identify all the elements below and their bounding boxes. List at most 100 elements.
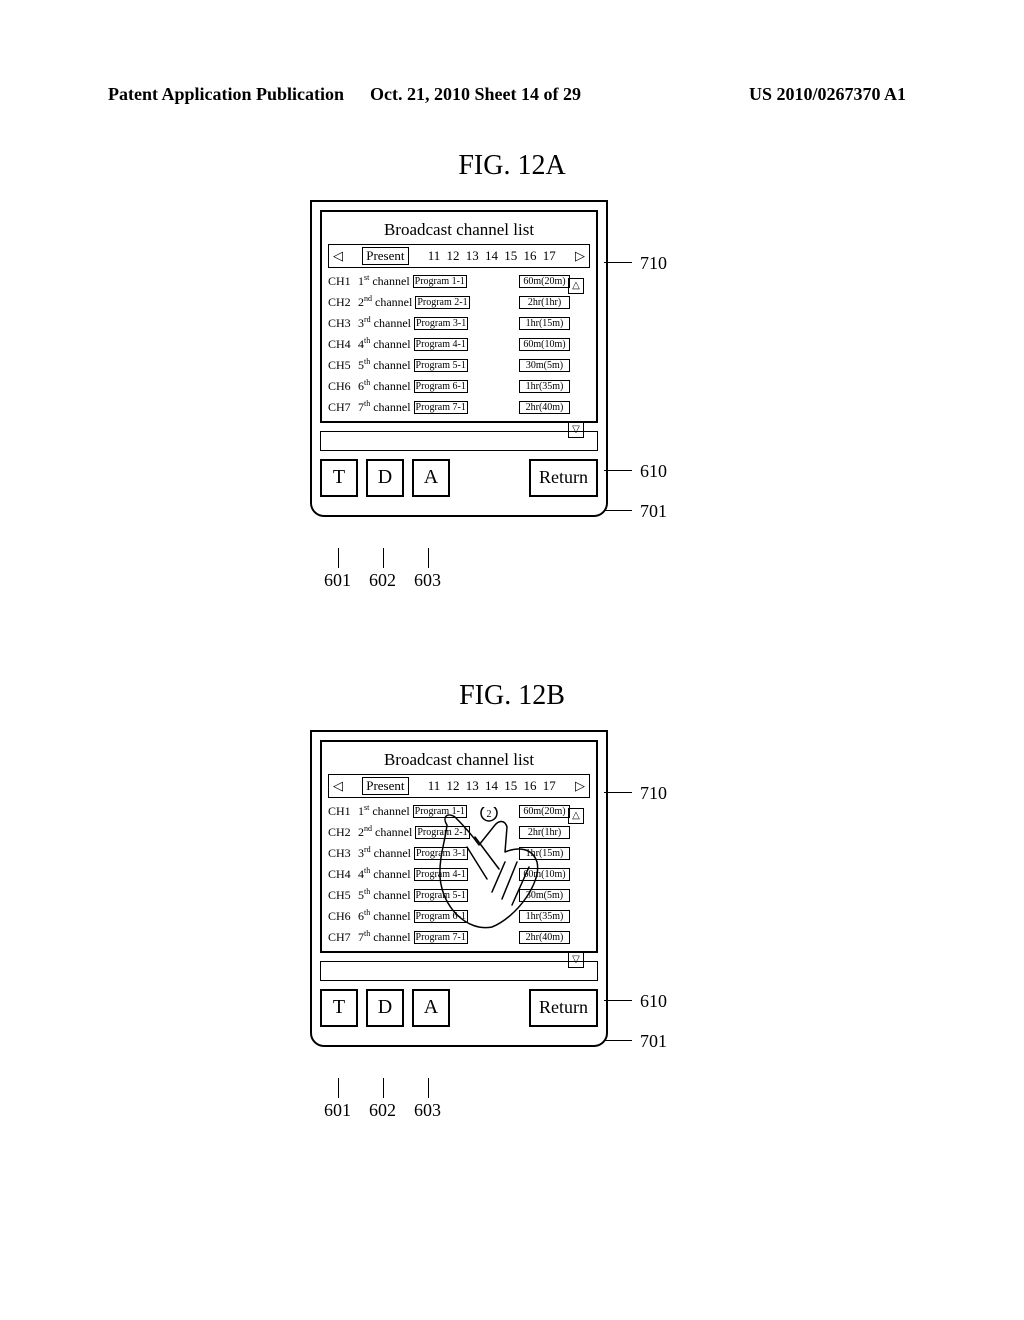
channel-list: CH11st channelProgram 1-160m(20m)CH22nd … — [328, 798, 590, 945]
callout-610: 610 — [640, 991, 667, 1012]
list-item[interactable]: CH11st channelProgram 1-160m(20m) — [328, 268, 570, 289]
arrow-right-icon[interactable]: ▷ — [575, 248, 585, 264]
program-box[interactable]: Program 1-1 — [413, 275, 467, 288]
t-button[interactable]: T — [320, 459, 358, 497]
device-figure-a: Broadcast channel list ◁ Present 11 12 1… — [310, 200, 608, 517]
d-button[interactable]: D — [366, 459, 404, 497]
scroll-down-icon[interactable]: ▽ — [568, 422, 584, 438]
timeline-bar[interactable]: ◁ Present 11 12 13 14 15 16 17 ▷ — [328, 774, 590, 798]
timeline-bar[interactable]: ◁ Present 11 12 13 14 15 16 17 ▷ — [328, 244, 590, 268]
bottom-button-row: T D A Return — [312, 981, 606, 1045]
duration-box: 30m(5m) — [519, 359, 570, 372]
channel-name: 4th channel — [358, 866, 411, 882]
scroll-up-icon[interactable]: △ — [568, 278, 584, 294]
list-item[interactable]: CH55th channelProgram 5-130m(5m) — [328, 882, 570, 903]
program-box[interactable]: Program 3-1 — [414, 847, 468, 860]
input-bar[interactable] — [320, 961, 598, 981]
program-box[interactable]: Program 5-1 — [414, 359, 468, 372]
list-item[interactable]: CH77th channelProgram 7-12hr(40m) — [328, 394, 570, 415]
leader-line — [338, 1078, 339, 1098]
callout-602: 602 — [369, 570, 396, 591]
channel-name: 7th channel — [358, 399, 411, 415]
list-item[interactable]: CH66th channelProgram 6-11hr(35m) — [328, 903, 570, 924]
list-item[interactable]: CH77th channelProgram 7-1 2hr(40m) — [328, 924, 570, 945]
present-label[interactable]: Present — [362, 247, 408, 265]
return-button[interactable]: Return — [529, 989, 598, 1027]
list-item[interactable]: CH44th channelProgram 4-160m(10m) — [328, 331, 570, 352]
header-right: US 2010/0267370 A1 — [749, 84, 906, 105]
arrow-left-icon[interactable]: ◁ — [333, 248, 343, 264]
program-box[interactable]: Program 2-1 — [415, 296, 469, 309]
list-item[interactable]: CH11st channelProgram 1-160m(20m) — [328, 798, 570, 819]
duration-box: 2hr(1hr) — [519, 296, 570, 309]
leader-line — [604, 262, 632, 263]
leader-line — [604, 1000, 632, 1001]
program-box[interactable]: Program 7-1 — [414, 931, 468, 944]
present-label[interactable]: Present — [362, 777, 408, 795]
channel-code: CH3 — [328, 316, 358, 331]
callout-602: 602 — [369, 1100, 396, 1121]
list-item[interactable]: CH22nd channelProgram 2-12hr(1hr) — [328, 289, 570, 310]
duration-box: 2hr(40m) — [519, 931, 570, 944]
scroll-up-icon[interactable]: △ — [568, 808, 584, 824]
scroll-column: △ ▽ — [568, 278, 584, 438]
channel-code: CH7 — [328, 930, 358, 945]
duration-box: 60m(10m) — [519, 338, 570, 351]
return-button[interactable]: Return — [529, 459, 598, 497]
channel-name: 2nd channel — [358, 294, 412, 310]
duration-box: 1hr(15m) — [519, 847, 570, 860]
duration-box: 60m(20m) — [519, 805, 570, 818]
callout-701: 701 — [640, 1031, 667, 1052]
a-button[interactable]: A — [412, 989, 450, 1027]
channel-code: CH1 — [328, 274, 358, 289]
leader-line — [338, 548, 339, 568]
leader-line — [383, 548, 384, 568]
list-item[interactable]: CH55th channelProgram 5-130m(5m) — [328, 352, 570, 373]
program-box[interactable]: Program 3-1 — [414, 317, 468, 330]
duration-box: 60m(20m) — [519, 275, 570, 288]
duration-box: 2hr(1hr) — [519, 826, 570, 839]
scroll-down-icon[interactable]: ▽ — [568, 952, 584, 968]
program-box[interactable]: Program 6-1 — [414, 910, 468, 923]
channel-name: 3rd channel — [358, 315, 411, 331]
a-button[interactable]: A — [412, 459, 450, 497]
device-figure-b: Broadcast channel list ◁ Present 11 12 1… — [310, 730, 608, 1047]
timeline-hours: 11 12 13 14 15 16 17 — [428, 778, 556, 794]
channel-code: CH4 — [328, 337, 358, 352]
list-item[interactable]: CH33rd channelProgram 3-11hr(15m) — [328, 840, 570, 861]
scroll-column: △ ▽ — [568, 808, 584, 968]
callout-701: 701 — [640, 501, 667, 522]
program-box[interactable]: Program 2-1 — [415, 826, 469, 839]
list-item[interactable]: CH33rd channelProgram 3-11hr(15m) — [328, 310, 570, 331]
leader-line — [604, 792, 632, 793]
program-box[interactable]: Program 1-1 — [413, 805, 467, 818]
callout-710: 710 — [640, 253, 667, 274]
channel-name: 7th channel — [358, 929, 411, 945]
program-box[interactable]: Program 7-1 — [414, 401, 468, 414]
leader-line — [604, 1040, 632, 1041]
channel-name: 5th channel — [358, 887, 411, 903]
list-item[interactable]: CH66th channelProgram 6-11hr(35m) — [328, 373, 570, 394]
list-item[interactable]: CH44th channelProgram 4-160m(10m) — [328, 861, 570, 882]
channel-code: CH6 — [328, 379, 358, 394]
program-box[interactable]: Program 4-1 — [414, 338, 468, 351]
channel-code: CH7 — [328, 400, 358, 415]
duration-box: 30m(5m) — [519, 889, 570, 902]
leader-line — [428, 1078, 429, 1098]
arrow-left-icon[interactable]: ◁ — [333, 778, 343, 794]
list-item[interactable]: CH22nd channelProgram 2-12hr(1hr) — [328, 819, 570, 840]
input-bar[interactable] — [320, 431, 598, 451]
timeline-hours: 11 12 13 14 15 16 17 — [428, 248, 556, 264]
program-box[interactable]: Program 5-1 — [414, 889, 468, 902]
channel-name: 5th channel — [358, 357, 411, 373]
callout-603: 603 — [414, 1100, 441, 1121]
t-button[interactable]: T — [320, 989, 358, 1027]
program-box[interactable]: Program 6-1 — [414, 380, 468, 393]
d-button[interactable]: D — [366, 989, 404, 1027]
callout-603: 603 — [414, 570, 441, 591]
channel-code: CH2 — [328, 825, 358, 840]
leader-line — [383, 1078, 384, 1098]
header-middle: Oct. 21, 2010 Sheet 14 of 29 — [370, 84, 581, 105]
arrow-right-icon[interactable]: ▷ — [575, 778, 585, 794]
program-box[interactable]: Program 4-1 — [414, 868, 468, 881]
